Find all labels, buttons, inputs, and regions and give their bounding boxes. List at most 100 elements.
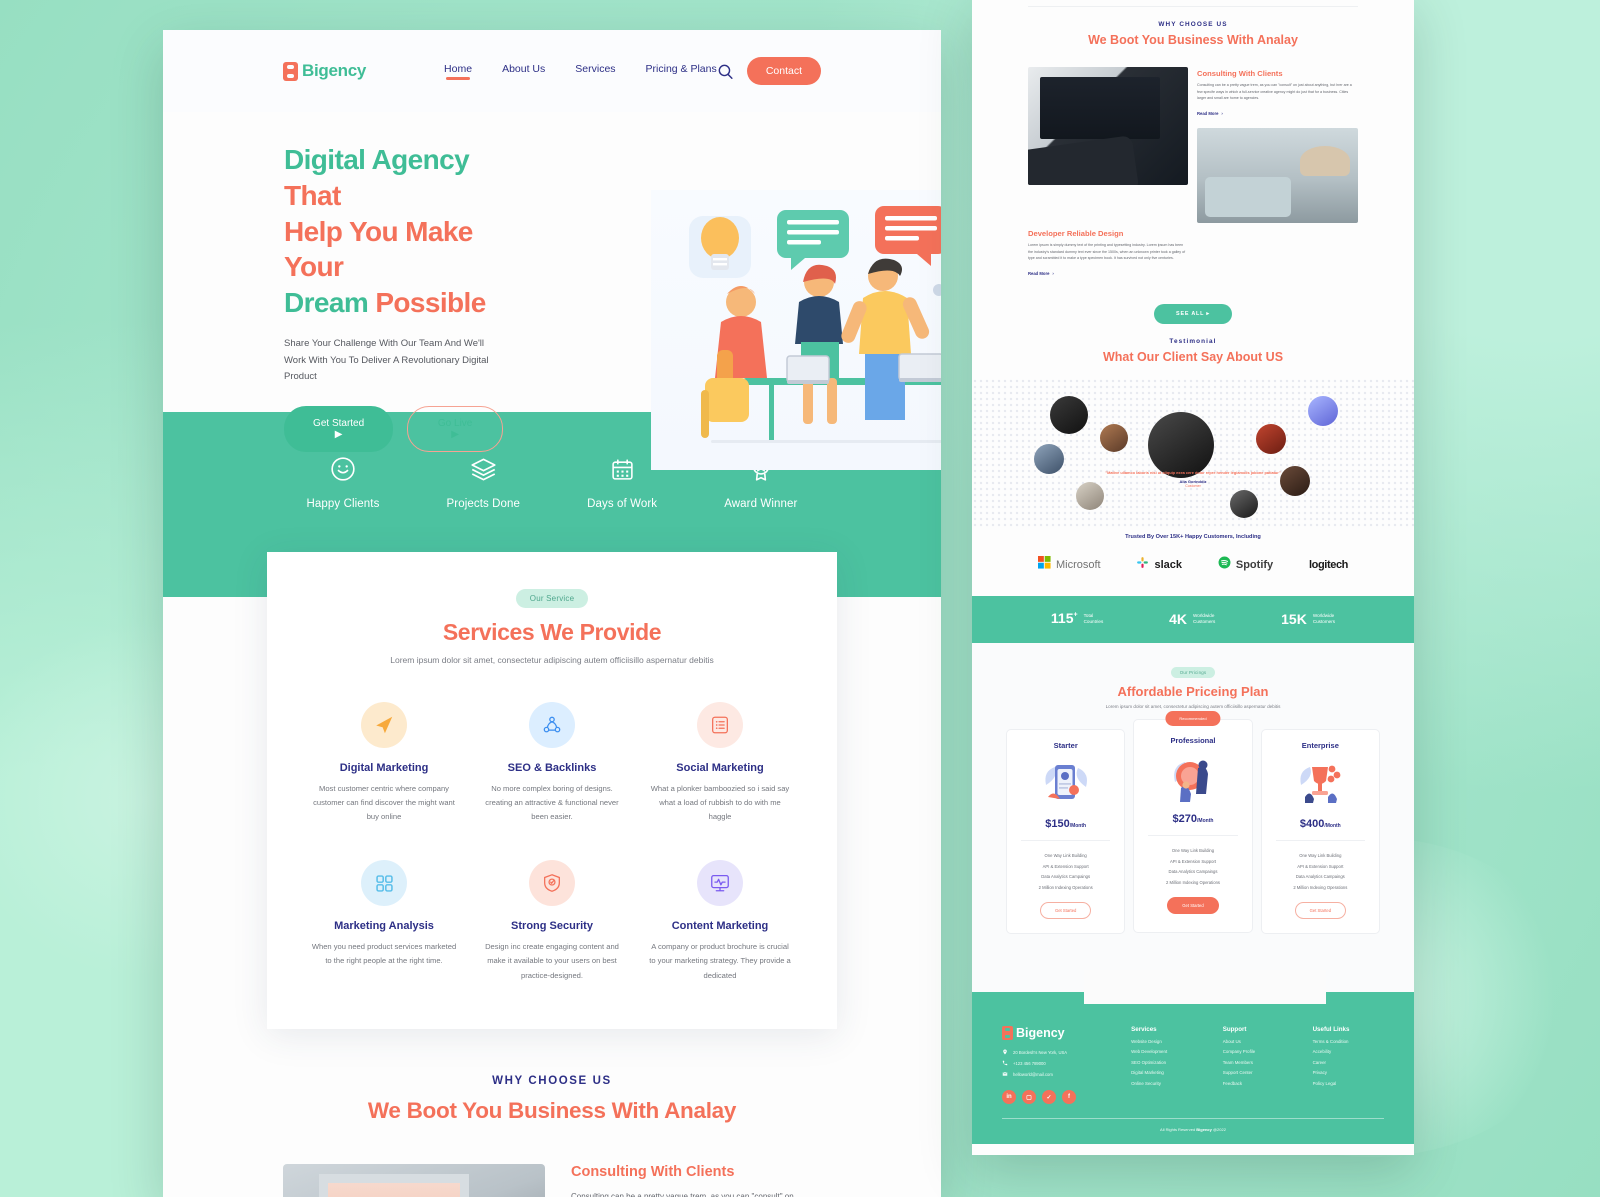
why-kicker: WHY CHOOSE US	[492, 1074, 612, 1087]
pricing-card-starter[interactable]: Starter $150/Month One Way Link Building…	[1006, 729, 1126, 935]
footer-link[interactable]: Company Profile	[1223, 1049, 1291, 1054]
plan-cta-button[interactable]: Get Started	[1294, 902, 1347, 920]
r-why-title: We Boot You Business With Analay	[1088, 33, 1298, 47]
service-desc: When you need product services marketed …	[311, 942, 457, 966]
avatar[interactable]	[1256, 423, 1286, 454]
testimonial-quote: "Mative ullamco laboris nisi ut aliquip …	[1096, 470, 1291, 489]
pricing-heading: Our Pricings Affordable Priceing Plan Lo…	[972, 661, 1414, 711]
pricing-card-professional[interactable]: Recommended Professional $270/Month One …	[1133, 711, 1253, 934]
go-live-button[interactable]: Go Live ▶	[407, 406, 503, 453]
logo[interactable]: Bigency	[283, 61, 366, 81]
service-card[interactable]: SEO & Backlinks No more complex boring o…	[471, 702, 633, 824]
service-title: Marketing Analysis	[334, 920, 434, 933]
phone-icon	[1002, 1060, 1008, 1067]
services-heading: Our Service Services We Provide Lorem ip…	[303, 588, 801, 668]
stat-projects-done: Projects Done	[447, 454, 521, 510]
service-card[interactable]: Marketing Analysis When you need product…	[303, 860, 465, 982]
divider	[1148, 835, 1238, 837]
footer-link[interactable]: Terms & Condition	[1313, 1039, 1384, 1044]
r-why-kicker: WHY CHOOSE US	[1158, 21, 1228, 28]
see-all-button[interactable]: SEE ALL ▸	[1154, 303, 1232, 324]
facebook-icon[interactable]: f	[1062, 1090, 1076, 1105]
counter-total-countries: 115+ Total Countries	[1051, 610, 1103, 628]
service-card[interactable]: Content Marketing A company or product b…	[639, 860, 801, 982]
counter-number: 15K	[1281, 611, 1307, 628]
footer-link[interactable]: Support Center	[1223, 1070, 1291, 1075]
plan-feature: API & Extension Support	[1169, 858, 1217, 864]
recommended-badge: Recommended	[1165, 711, 1221, 727]
service-title: Content Marketing	[671, 920, 769, 933]
service-card[interactable]: Social Marketing What a plonker bamboozi…	[639, 702, 801, 824]
pricing-cards: Starter $150/Month One Way Link Building…	[972, 711, 1414, 935]
footer-link[interactable]: Team Members	[1223, 1060, 1291, 1065]
hero-title-part-2: That	[284, 179, 341, 211]
footer-top-plate	[1084, 970, 1326, 1005]
contact-button[interactable]: Contact	[746, 57, 821, 85]
r-consulting-block: Consulting With Clients Consulting can b…	[1197, 67, 1358, 223]
avatar[interactable]	[1050, 395, 1088, 434]
instagram-icon[interactable]: ▢	[1022, 1090, 1036, 1105]
brand-name: slack	[1154, 558, 1183, 571]
footer-link[interactable]: Online Security	[1131, 1081, 1201, 1086]
counter-label-line2: Countries	[1083, 619, 1104, 625]
footer-link[interactable]: Career	[1313, 1060, 1384, 1065]
header-actions: Contact	[717, 57, 821, 85]
see-all-wrap: SEE ALL ▸	[1028, 302, 1358, 324]
nav-item-pricing-plans[interactable]: Pricing & Plans	[646, 63, 717, 80]
services-title: Services We Provide	[442, 619, 662, 645]
avatar[interactable]	[1100, 423, 1128, 452]
r-block-heading: Consulting With Clients	[1197, 69, 1283, 78]
monitor-pulse-icon	[697, 860, 743, 907]
developer-laptop-photo	[1028, 67, 1188, 185]
plan-cta-button[interactable]: Get Started	[1167, 897, 1219, 915]
service-card[interactable]: Digital Marketing Most customer centric …	[303, 702, 465, 824]
plan-feature: 2 Million Indexing Operations	[1165, 879, 1220, 885]
avatar[interactable]	[1230, 489, 1258, 518]
twitter-icon[interactable]: ✓	[1042, 1090, 1056, 1105]
footer-link[interactable]: Web Development	[1131, 1049, 1201, 1054]
service-desc: A company or product brochure is crucial…	[649, 942, 791, 980]
nav-item-about-us[interactable]: About Us	[502, 63, 545, 80]
footer-link[interactable]: Policy Legal	[1313, 1081, 1384, 1086]
pricing-card-enterprise[interactable]: Enterprise $400/Month One Way Link Build…	[1260, 729, 1380, 935]
read-more-link[interactable]: Read More ›	[1197, 111, 1223, 116]
footer-link[interactable]: Accebility	[1313, 1049, 1384, 1054]
get-started-button[interactable]: Get Started ▶	[284, 406, 394, 453]
linkedin-icon[interactable]: in	[1002, 1090, 1016, 1105]
footer-link[interactable]: Website Design	[1131, 1039, 1201, 1044]
hero-title: Digital Agency That Help You Make Your D…	[284, 142, 503, 321]
footer-link[interactable]: Digital Marketing	[1131, 1070, 1201, 1075]
bigency-logo-icon	[1002, 1026, 1013, 1041]
counter-label-line1: Worldwide	[1193, 613, 1215, 619]
nav-item-home[interactable]: Home	[444, 63, 472, 80]
services-section: Our Service Services We Provide Lorem ip…	[163, 552, 941, 1029]
chevron-right-icon: ›	[1221, 110, 1223, 116]
footer-link[interactable]: About Us	[1223, 1039, 1291, 1044]
footer-link[interactable]: Privacy	[1313, 1070, 1384, 1075]
brand-slack: slack	[1136, 556, 1182, 574]
footer-phone-text: +123 456 789000	[1013, 1061, 1046, 1067]
search-icon[interactable]	[717, 63, 734, 80]
site-footer: Bigency 20 Bordesh's New York, USA +123 …	[972, 970, 1414, 1145]
layers-icon	[447, 454, 521, 484]
footer-link[interactable]: Feedback	[1223, 1081, 1291, 1086]
brand-microsoft: Microsoft	[1038, 555, 1101, 574]
service-desc: What a plonker bamboozied so i said say …	[650, 784, 790, 822]
nav-item-services[interactable]: Services	[575, 63, 615, 80]
avatar[interactable]	[1034, 443, 1064, 474]
counter-label-line2: Customers	[1312, 619, 1336, 625]
service-card[interactable]: Strong Security Design inc create engagi…	[471, 860, 633, 982]
plan-name: Enterprise	[1301, 741, 1339, 751]
service-title: Strong Security	[511, 920, 593, 933]
read-more-link[interactable]: Read More ›	[1028, 271, 1054, 276]
service-title: Digital Marketing	[339, 762, 429, 775]
pricing-title: Affordable Priceing Plan	[1117, 683, 1269, 699]
services-pill: Our Service	[515, 589, 589, 608]
avatar-main[interactable]	[1148, 411, 1214, 478]
avatar[interactable]	[1308, 395, 1338, 426]
footer-logo[interactable]: Bigency	[1002, 1026, 1109, 1041]
shield-check-icon	[529, 860, 575, 907]
services-subtitle: Lorem ipsum dolor sit amet, consectetur …	[390, 655, 714, 665]
plan-cta-button[interactable]: Get Started	[1039, 902, 1092, 920]
footer-link[interactable]: SEO Optimization	[1131, 1060, 1201, 1065]
